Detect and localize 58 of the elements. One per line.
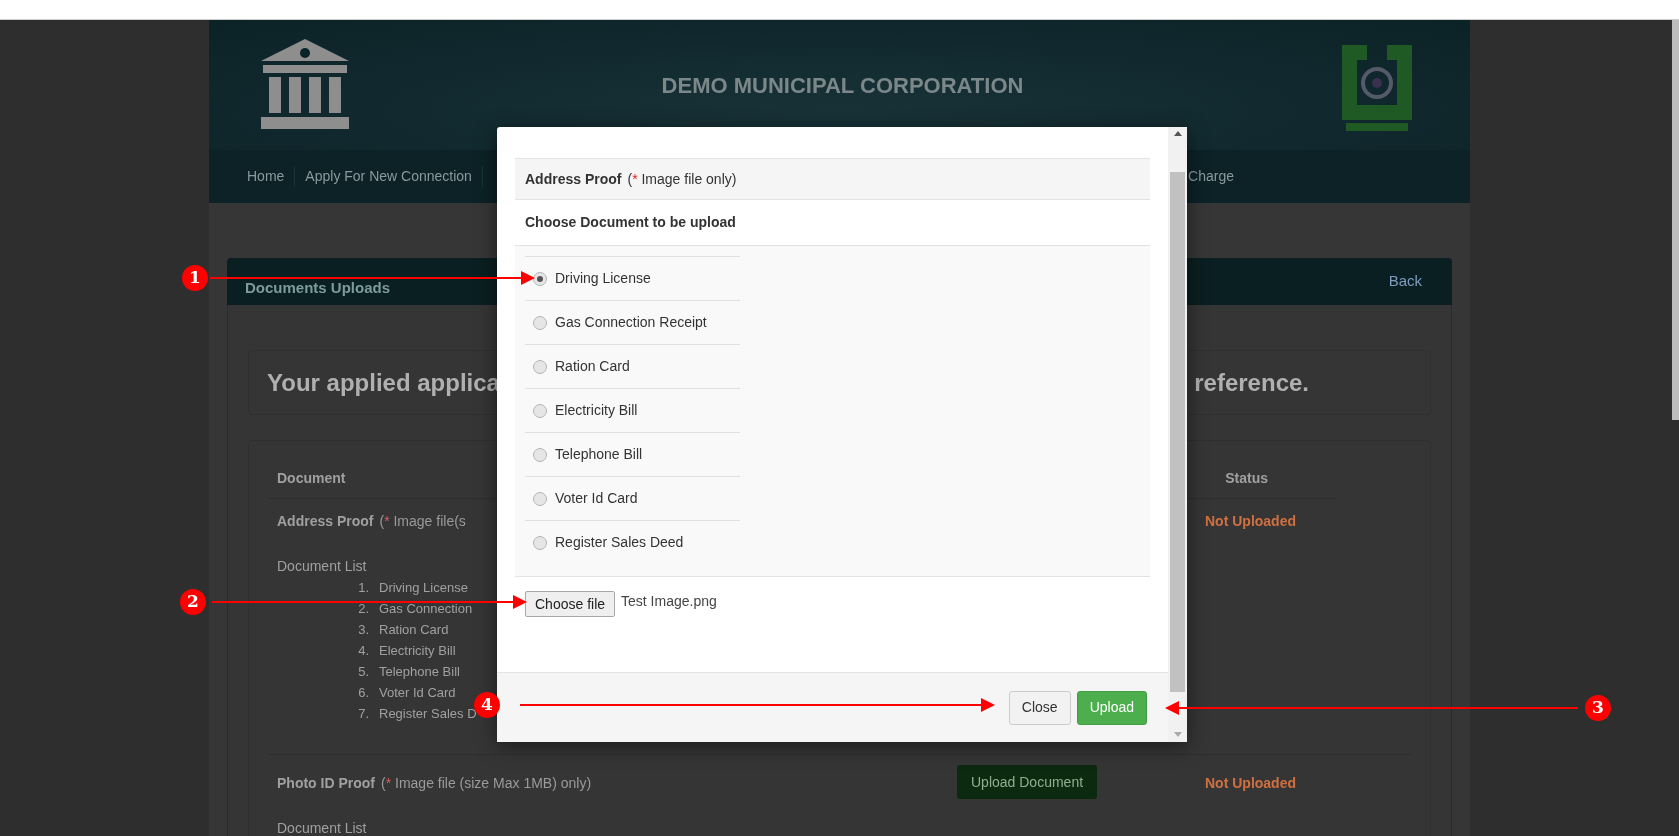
scroll-up-icon[interactable] [1173, 131, 1182, 136]
section-title: Address Proof [525, 169, 622, 189]
radio-button[interactable] [533, 535, 547, 550]
file-type-note: (* Image file only) [627, 169, 737, 189]
column-header: Status [1225, 469, 1268, 488]
radio-option[interactable]: Gas Connection Receipt [525, 300, 740, 344]
radio-option[interactable]: Register Sales Deed [525, 520, 740, 564]
panel-title: Documents Uploads [245, 278, 391, 299]
file-type-note: (* Image file(s [379, 512, 466, 531]
upload-status: Not Uploaded [1205, 774, 1296, 793]
radio-option[interactable]: Telephone Bill [525, 432, 740, 476]
message-text: Your applied applica [267, 367, 500, 398]
list-number: 2. [357, 600, 369, 618]
radio-button[interactable] [533, 359, 547, 374]
list-number: 4. [357, 642, 369, 660]
document-type: Driving License [379, 579, 468, 597]
document-type: Ration Card [379, 621, 449, 639]
scrollbar-thumb[interactable] [1170, 172, 1185, 692]
radio-button[interactable] [533, 491, 547, 506]
message-text: reference. [1194, 367, 1309, 398]
radio-button[interactable] [533, 447, 547, 462]
upload-status: Not Uploaded [1205, 512, 1296, 531]
document-name: Photo ID Proof [277, 774, 375, 793]
document-type: Voter Id Card [379, 684, 456, 702]
list-number: 7. [357, 705, 369, 723]
list-number: 3. [357, 621, 369, 639]
document-type: Gas Connection [379, 600, 473, 618]
nav-link[interactable]: Apply For New Connection [295, 166, 483, 187]
choose-file-button[interactable]: Choose file [525, 591, 616, 617]
file-type-note: (* Image file (size Max 1MB) only) [381, 774, 592, 793]
radio-option[interactable]: Electricity Bill [525, 388, 740, 432]
nav-link[interactable]: Charge [1186, 166, 1236, 187]
column-header: Document [276, 469, 346, 488]
radio-option[interactable]: Ration Card [525, 344, 740, 388]
file-name: Test Image.png [621, 592, 717, 611]
close-button[interactable]: Close [1008, 690, 1071, 725]
upload-document-button[interactable]: Upload Document [957, 765, 1098, 799]
document-list-label: Document List [277, 557, 368, 576]
site-title: DEMO MUNICIPAL CORPORATION [661, 71, 1024, 100]
list-number: 1. [357, 579, 369, 597]
list-number: 6. [357, 684, 369, 702]
radio-button[interactable] [533, 315, 547, 330]
annotation-number: 2 [180, 589, 206, 615]
back-link[interactable]: Back [1388, 270, 1422, 293]
nav-link[interactable]: Home [237, 166, 296, 187]
annotation-number: 3 [1585, 695, 1611, 721]
choose-document-label: Choose Document to be upload [525, 213, 736, 232]
document-list-label: Document List [277, 819, 368, 836]
radio-button[interactable] [533, 271, 547, 286]
radio-button[interactable] [533, 403, 547, 418]
annotation-number: 1 [182, 265, 208, 291]
list-number: 5. [357, 663, 369, 681]
document-type: Electricity Bill [379, 642, 456, 660]
radio-option[interactable]: Voter Id Card [525, 476, 740, 520]
document-name: Address Proof [277, 512, 374, 531]
scroll-down-icon[interactable] [1173, 732, 1182, 737]
document-type: Register Sales D [379, 705, 477, 723]
document-type: Telephone Bill [379, 663, 460, 681]
